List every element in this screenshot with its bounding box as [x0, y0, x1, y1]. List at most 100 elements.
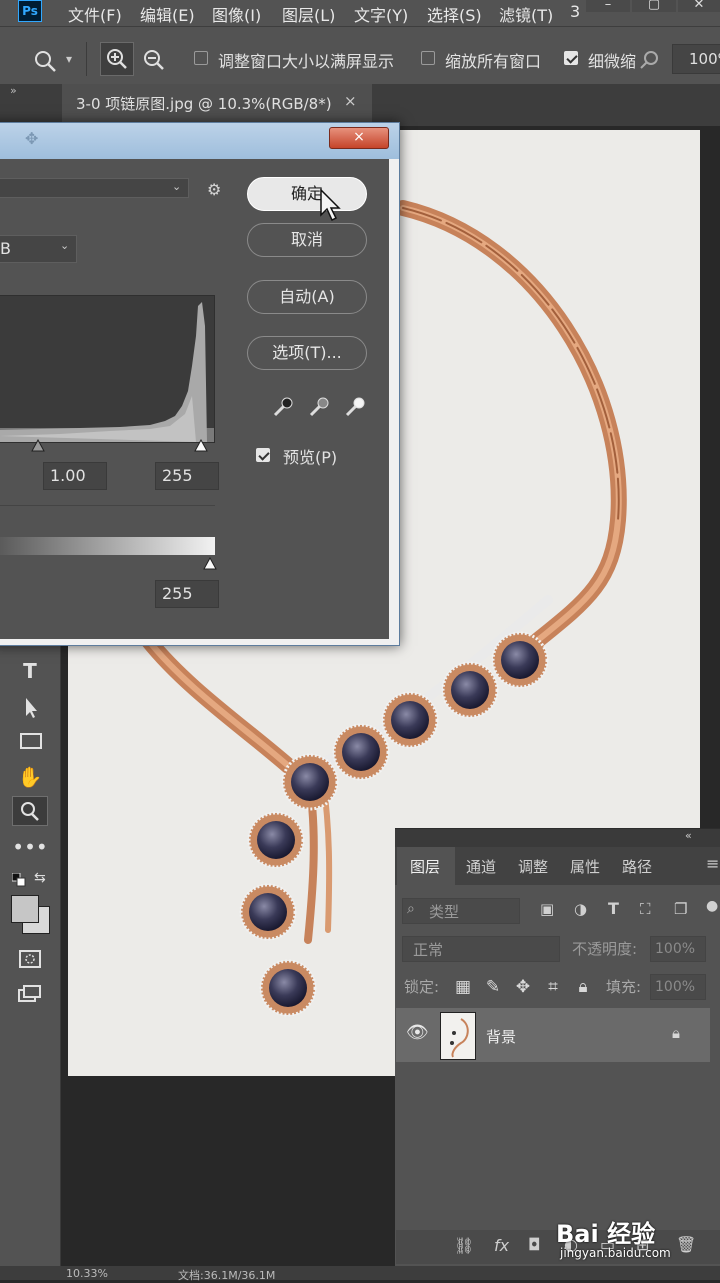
link-layers-icon[interactable]: ⛓︎: [454, 1236, 474, 1255]
photoshop-logo: Ps: [18, 0, 42, 22]
filter-toggle-icon[interactable]: ●: [706, 898, 718, 914]
resize-windows-label: 调整窗口大小以满屏显示: [218, 52, 395, 71]
blend-mode-select[interactable]: 正常: [402, 936, 560, 962]
tool-preset-chevron-icon[interactable]: ▾: [66, 52, 72, 66]
add-mask-icon[interactable]: ◘: [528, 1235, 541, 1254]
input-mid-field[interactable]: 1.00: [43, 462, 107, 490]
menu-3d[interactable]: 3: [570, 2, 580, 21]
tab-channels[interactable]: 通道: [466, 856, 496, 877]
ok-button[interactable]: 确定: [247, 177, 367, 211]
zoom-out-icon[interactable]: [140, 46, 168, 74]
filter-pixel-icon[interactable]: ▣: [540, 900, 554, 918]
kind-filter-select[interactable]: ⌕ 类型: [402, 898, 520, 924]
fill-field[interactable]: 100%: [650, 974, 706, 1000]
input-mid-slider-handle[interactable]: [31, 439, 45, 453]
output-white-field[interactable]: 255: [155, 580, 219, 608]
black-point-eyedropper-icon[interactable]: [269, 395, 295, 419]
filter-shape-icon[interactable]: ⛶: [640, 900, 651, 918]
lock-image-pixels-icon[interactable]: ✎: [482, 976, 504, 998]
watermark-url: jingyan.baidu.com: [560, 1246, 671, 1260]
kind-filter-label: 类型: [429, 903, 460, 921]
close-window-icon[interactable]: ✕: [678, 0, 720, 12]
filter-smart-object-icon[interactable]: ❐: [674, 900, 687, 918]
layer-thumbnail: [440, 1012, 476, 1060]
screen-mode-icon[interactable]: [12, 980, 48, 1010]
eye-icon[interactable]: 👁︎: [406, 1022, 429, 1043]
minimize-icon[interactable]: –: [586, 0, 630, 12]
menu-file[interactable]: 文件(F): [68, 2, 122, 26]
quick-mask-icon[interactable]: [12, 944, 48, 974]
lock-icon: 🔒︎: [672, 1024, 680, 1042]
menu-type[interactable]: 文字(Y): [354, 2, 408, 26]
options-button[interactable]: 选项(T)...: [247, 336, 367, 370]
zoom-value-field[interactable]: 100%: [672, 44, 720, 74]
swap-colors-icon[interactable]: ⇆: [34, 870, 46, 886]
filter-type-icon[interactable]: T: [608, 899, 619, 918]
more-tools-icon[interactable]: •••: [12, 832, 48, 862]
menu-select[interactable]: 选择(S): [427, 2, 482, 26]
zoom-tool-icon[interactable]: [32, 48, 58, 74]
default-colors-icon[interactable]: [11, 872, 26, 887]
menu-bar: Ps 文件(F) 编辑(E) 图像(I) 图层(L) 文字(Y) 选择(S) 滤…: [0, 0, 720, 26]
tab-adjustments[interactable]: 调整: [518, 856, 548, 877]
output-white-slider-handle[interactable]: [203, 557, 217, 571]
search-icon: ⌕: [407, 901, 415, 917]
menu-edit[interactable]: 编辑(E): [140, 2, 195, 26]
collapse-panel-icon[interactable]: «: [685, 829, 692, 842]
preset-select[interactable]: ⌄: [0, 178, 189, 198]
tab-paths[interactable]: 路径: [622, 856, 652, 877]
opacity-field[interactable]: 100%: [650, 936, 706, 962]
histogram: [0, 295, 215, 443]
lock-label: 锁定:: [404, 978, 440, 996]
divider: [0, 505, 215, 506]
status-zoom[interactable]: 10.33%: [66, 1267, 108, 1280]
output-gradient-bar: [0, 537, 215, 555]
lock-position-icon[interactable]: ✥: [512, 976, 534, 998]
menu-layer[interactable]: 图层(L): [282, 2, 335, 26]
panel-menu-icon[interactable]: ≡: [706, 854, 719, 873]
zoom-in-button[interactable]: [100, 42, 134, 76]
maximize-icon[interactable]: ▢: [632, 0, 676, 12]
layer-name[interactable]: 背景: [486, 1026, 516, 1047]
search-icon[interactable]: [638, 48, 662, 72]
scrubby-zoom-label: 细微缩: [588, 52, 637, 71]
zoom-all-checkbox[interactable]: [421, 51, 435, 65]
fill-label: 填充:: [606, 978, 642, 996]
preview-checkbox[interactable]: [256, 448, 270, 462]
input-white-field[interactable]: 255: [155, 462, 219, 490]
watermark-brand: Bai 经验: [556, 1220, 656, 1248]
channel-value: B: [0, 239, 11, 258]
lock-transparent-pixels-icon[interactable]: ▦: [452, 976, 474, 998]
scrubby-zoom-checkbox[interactable]: [564, 51, 578, 65]
lock-all-icon[interactable]: 🔒︎: [572, 976, 594, 998]
expand-panels-icon[interactable]: »: [10, 84, 17, 97]
gear-icon[interactable]: ⚙: [207, 180, 221, 199]
cancel-button[interactable]: 取消: [247, 223, 367, 257]
chevron-down-icon: ⌄: [60, 239, 70, 252]
path-select-tool-icon[interactable]: [12, 692, 48, 722]
filter-adjustment-icon[interactable]: ◑: [574, 900, 587, 918]
lock-artboard-icon[interactable]: ⌗: [542, 976, 564, 998]
channel-select[interactable]: B ⌄: [0, 235, 77, 263]
gray-point-eyedropper-icon[interactable]: [305, 395, 331, 419]
dialog-close-button[interactable]: ×: [329, 127, 389, 149]
foreground-color-swatch[interactable]: [11, 895, 39, 923]
fx-icon[interactable]: fx: [494, 1236, 509, 1255]
type-tool-icon[interactable]: T: [12, 656, 48, 686]
zoom-tool-selected-icon[interactable]: [12, 796, 48, 826]
menu-image[interactable]: 图像(I): [212, 2, 261, 26]
tab-properties[interactable]: 属性: [570, 856, 600, 877]
tab-layers[interactable]: 图层: [410, 856, 440, 877]
close-tab-icon[interactable]: ×: [344, 92, 357, 110]
document-tab[interactable]: 3-0 项链原图.jpg @ 10.3%(RGB/8*) ×: [62, 84, 372, 124]
status-doc-size: 文档:36.1M/36.1M: [178, 1269, 276, 1282]
rectangle-tool-icon[interactable]: [12, 726, 48, 756]
document-tab-title: 3-0 项链原图.jpg @ 10.3%(RGB/8*): [76, 95, 332, 113]
input-white-slider-handle[interactable]: [194, 439, 208, 453]
white-point-eyedropper-icon[interactable]: [341, 395, 367, 419]
menu-filter[interactable]: 滤镜(T): [499, 2, 553, 26]
hand-tool-icon[interactable]: ✋: [12, 762, 48, 792]
resize-windows-checkbox[interactable]: [194, 51, 208, 65]
layer-row-background[interactable]: 👁︎ 背景 🔒︎: [396, 1008, 710, 1062]
auto-button[interactable]: 自动(A): [247, 280, 367, 314]
